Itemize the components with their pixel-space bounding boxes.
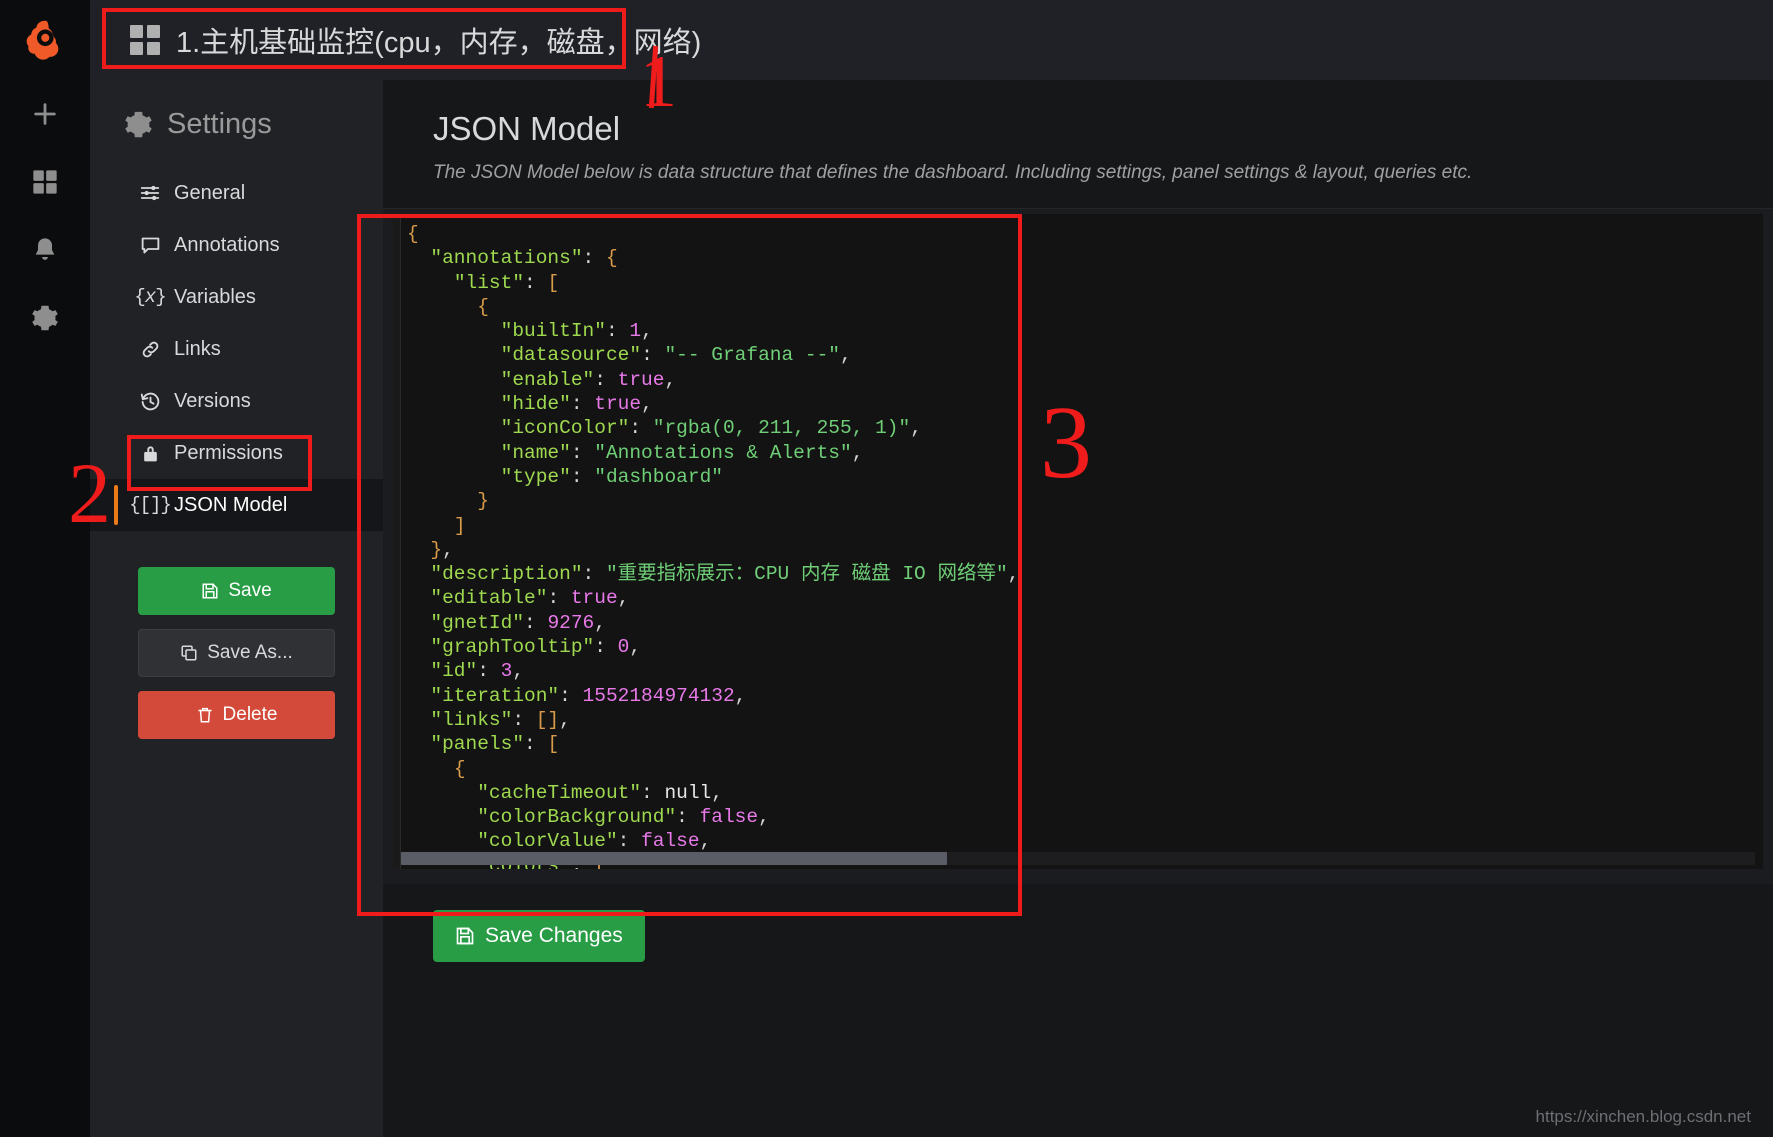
grid-icon <box>130 25 160 55</box>
save-as-button-label: Save As... <box>207 642 293 663</box>
create-button[interactable] <box>0 80 90 148</box>
plus-icon <box>31 100 59 128</box>
save-button[interactable]: Save <box>138 567 335 615</box>
json-editor-content[interactable]: { "annotations": { "list": [ { "builtIn"… <box>407 222 1019 869</box>
page-title: JSON Model <box>433 110 621 147</box>
floppy-disk-icon <box>201 582 219 600</box>
grafana-logo-icon[interactable] <box>0 0 90 80</box>
page-subtitle: The JSON Model below is data structure t… <box>433 162 1473 183</box>
comment-icon <box>138 234 162 256</box>
trash-icon <box>196 706 214 724</box>
copy-icon <box>180 644 198 662</box>
variable-icon: {x} <box>134 286 166 308</box>
save-changes-row: Save Changes <box>433 910 1773 962</box>
gear-icon <box>124 110 153 139</box>
settings-sidebar: Settings General Annotations {x} Variabl… <box>90 80 383 1137</box>
json-model-panel: JSON Model The JSON Model below is data … <box>383 80 1773 1137</box>
save-button-label: Save <box>228 580 272 601</box>
dashboard-title-group[interactable]: 1.主机基础监控(cpu，内存，磁盘，网络) <box>130 19 701 61</box>
sidebar-item-permissions[interactable]: Permissions <box>90 427 383 479</box>
sidebar-item-label: Permissions <box>174 441 283 464</box>
dashboard-title: 1.主机基础监控(cpu，内存，磁盘，网络) <box>176 27 702 59</box>
delete-button[interactable]: Delete <box>138 691 335 739</box>
json-editor-container: { "annotations": { "list": [ { "builtIn"… <box>383 208 1773 884</box>
sidebar-item-versions[interactable]: Versions <box>90 375 383 427</box>
sidebar-item-annotations[interactable]: Annotations <box>90 219 383 271</box>
sidebar-item-label: Links <box>174 337 221 360</box>
watermark: https://xinchen.blog.csdn.net <box>1535 1107 1751 1126</box>
top-navbar: 1.主机基础监控(cpu，内存，磁盘，网络) <box>90 0 1773 80</box>
sidebar-item-label: Versions <box>174 389 251 412</box>
grid-icon <box>31 168 59 196</box>
sidebar-item-general[interactable]: General <box>90 167 383 219</box>
settings-title: Settings <box>167 108 272 140</box>
settings-action-buttons: Save Save As... Delete <box>90 567 383 739</box>
sidebar-item-label: Annotations <box>174 233 280 256</box>
horizontal-scrollbar[interactable] <box>401 852 1755 865</box>
grafana-dashboard-settings-page: 1.主机基础监控(cpu，内存，磁盘，网络) Settings General <box>0 0 1773 1137</box>
scrollbar-thumb[interactable] <box>401 852 947 865</box>
delete-button-label: Delete <box>222 704 278 725</box>
nav-rail <box>0 0 90 1137</box>
settings-heading: Settings <box>90 108 383 141</box>
sidebar-item-variables[interactable]: {x} Variables <box>90 271 383 323</box>
save-as-button[interactable]: Save As... <box>138 629 335 677</box>
sidebar-item-json-model[interactable]: {[]} JSON Model <box>90 479 383 531</box>
history-icon <box>138 390 162 412</box>
sidebar-item-links[interactable]: Links <box>90 323 383 375</box>
lock-icon <box>138 442 162 464</box>
json-editor[interactable]: { "annotations": { "list": [ { "builtIn"… <box>393 214 1763 869</box>
editor-gutter <box>393 214 401 869</box>
floppy-disk-icon <box>455 926 475 946</box>
sidebar-item-label: JSON Model <box>174 493 288 516</box>
save-changes-button[interactable]: Save Changes <box>433 910 645 962</box>
gear-icon <box>31 304 59 332</box>
link-icon <box>138 338 162 360</box>
bell-icon <box>31 236 59 264</box>
dashboards-button[interactable] <box>0 148 90 216</box>
save-changes-label: Save Changes <box>485 924 623 947</box>
configuration-button[interactable] <box>0 284 90 352</box>
json-braces-icon: {[]} <box>129 494 172 516</box>
sidebar-item-label: Variables <box>174 285 256 308</box>
sliders-icon <box>138 182 162 204</box>
alerting-button[interactable] <box>0 216 90 284</box>
sidebar-item-label: General <box>174 181 246 204</box>
